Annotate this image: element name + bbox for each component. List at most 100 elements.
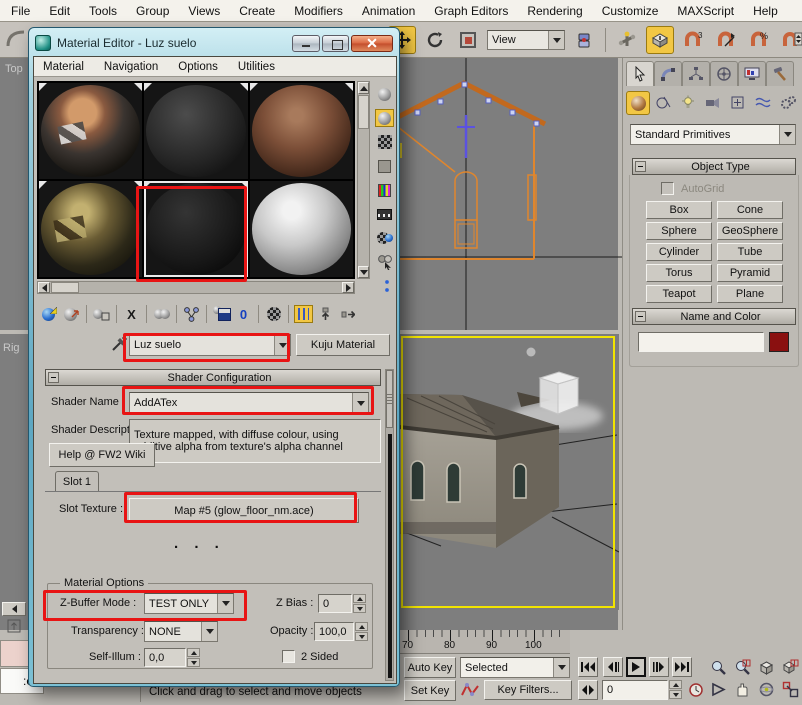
keyboard-shortcut-override-icon[interactable] [646, 26, 674, 54]
material-editor-options-icon[interactable] [375, 229, 394, 247]
object-color-swatch[interactable] [769, 332, 789, 352]
me-menu-options[interactable]: Options [178, 61, 218, 73]
spinner-snap-toggle-icon[interactable] [778, 26, 802, 54]
reference-coordinate-system-dropdown[interactable]: View [487, 30, 565, 50]
geometry-icon[interactable] [626, 91, 650, 115]
z-bias-field[interactable]: 0 [318, 594, 352, 613]
go-forward-to-sibling-icon[interactable] [338, 305, 357, 323]
pan-icon[interactable] [730, 678, 754, 700]
menu-graph-editors[interactable]: Graph Editors [431, 3, 511, 19]
viewport-right-label[interactable]: Rig [3, 342, 20, 354]
systems-icon[interactable] [776, 91, 800, 115]
utilities-tab[interactable] [766, 61, 794, 86]
material-editor-titlebar[interactable]: Material Editor - Luz suelo [35, 32, 393, 54]
display-tab[interactable] [738, 61, 766, 86]
object-name-input[interactable] [638, 332, 764, 352]
hierarchy-tab[interactable] [682, 61, 710, 86]
coord-dropdown-arrow[interactable] [548, 31, 564, 49]
menu-customize[interactable]: Customize [599, 3, 662, 19]
put-material-to-scene-icon[interactable] [62, 305, 81, 323]
menu-file[interactable]: File [8, 3, 33, 19]
menu-views[interactable]: Views [185, 3, 223, 19]
go-to-end-icon[interactable] [672, 657, 692, 677]
zoom-all-icon[interactable] [730, 656, 754, 678]
collapse-icon[interactable] [635, 311, 646, 322]
maxscript-listener-pink[interactable] [0, 640, 30, 667]
slot-1-tab[interactable]: Slot 1 [55, 471, 99, 491]
sample-vertical-scrollbar[interactable] [357, 81, 370, 279]
zoom-extents-all-icon[interactable] [778, 656, 802, 678]
zoom-icon[interactable] [706, 656, 730, 678]
plane-button[interactable]: Plane [717, 285, 783, 303]
maximize-icon[interactable] [322, 35, 349, 52]
tube-button[interactable]: Tube [717, 243, 783, 261]
two-sided-checkbox[interactable] [282, 650, 295, 663]
timeline-left-scroll-icon[interactable] [2, 602, 26, 616]
play-button-icon[interactable] [626, 657, 646, 677]
cylinder-button[interactable]: Cylinder [646, 243, 712, 261]
lights-icon[interactable] [676, 91, 700, 115]
sample-slot-6[interactable] [250, 181, 353, 277]
backlight-icon[interactable] [375, 109, 394, 127]
select-and-scale-icon[interactable] [454, 26, 482, 54]
sample-type-icon[interactable] [375, 85, 394, 103]
maximize-viewport-toggle-icon[interactable] [778, 678, 802, 700]
select-by-material-icon[interactable] [375, 253, 394, 271]
snaps-toggle-icon[interactable]: 3 [679, 26, 707, 54]
material-type-button[interactable]: Kuju Material [296, 334, 390, 356]
cone-button[interactable]: Cone [717, 201, 783, 219]
show-end-result-icon[interactable] [294, 305, 313, 323]
sample-slot-3[interactable] [250, 83, 353, 179]
primitives-dropdown-arrow[interactable] [779, 125, 795, 144]
percent-snap-toggle-icon[interactable]: % [745, 26, 773, 54]
background-icon[interactable] [375, 133, 394, 151]
sample-slot-4[interactable] [39, 181, 142, 277]
menu-maxscript[interactable]: MAXScript [674, 3, 737, 19]
help-fw2-wiki-button[interactable]: Help @ FW2 Wiki [49, 443, 155, 467]
get-material-icon[interactable] [40, 305, 59, 323]
perspective-viewport[interactable] [399, 334, 619, 610]
time-configuration-icon[interactable] [686, 680, 706, 700]
auto-key-button[interactable]: Auto Key [404, 657, 456, 678]
timeline-ruler[interactable]: 70 80 90 100 [398, 630, 570, 654]
use-pivot-point-center-icon[interactable] [570, 26, 598, 54]
self-illum-spinner[interactable] [187, 648, 200, 667]
previous-frame-icon[interactable] [603, 657, 623, 677]
name-color-rollout-header[interactable]: Name and Color [632, 308, 796, 325]
opacity-spinner[interactable] [355, 622, 368, 641]
menu-edit[interactable]: Edit [46, 3, 73, 19]
motion-tab[interactable] [710, 61, 738, 86]
video-color-check-icon[interactable] [375, 181, 394, 199]
selection-set-dropdown[interactable]: Selected [460, 657, 570, 678]
menu-rendering[interactable]: Rendering [524, 3, 585, 19]
minimize-icon[interactable] [292, 35, 320, 52]
put-to-library-icon[interactable] [212, 305, 231, 323]
undo-icon[interactable] [4, 26, 30, 52]
opacity-field[interactable]: 100,0 [314, 622, 354, 641]
shader-configuration-header[interactable]: Shader Configuration [45, 369, 381, 386]
parameters-scrollbar[interactable] [385, 369, 394, 681]
arc-rotate-icon[interactable] [754, 678, 778, 700]
z-bias-spinner[interactable] [353, 594, 366, 613]
torus-button[interactable]: Torus [646, 264, 712, 282]
material-id-channel-icon[interactable]: 0 [234, 305, 253, 323]
cameras-icon[interactable] [701, 91, 725, 115]
collapse-icon[interactable] [48, 372, 59, 383]
shapes-icon[interactable] [651, 91, 675, 115]
menu-modifiers[interactable]: Modifiers [291, 3, 346, 19]
me-menu-navigation[interactable]: Navigation [104, 61, 158, 73]
selection-set-arrow[interactable] [553, 658, 569, 677]
go-to-parent-icon[interactable] [316, 305, 335, 323]
space-warps-icon[interactable] [751, 91, 775, 115]
transparency-dropdown[interactable]: NONE [144, 621, 218, 642]
reset-map-icon[interactable]: X [122, 305, 141, 323]
self-illum-field[interactable]: 0,0 [144, 648, 186, 667]
transparency-arrow[interactable] [201, 622, 217, 641]
primitives-category-dropdown[interactable]: Standard Primitives [630, 124, 796, 145]
object-type-rollout-header[interactable]: Object Type [632, 158, 796, 175]
sample-slot-1[interactable] [39, 83, 142, 179]
zoom-extents-icon[interactable] [754, 656, 778, 678]
isolate-selection-icon[interactable] [6, 618, 22, 634]
close-icon[interactable] [351, 35, 393, 52]
sphere-button[interactable]: Sphere [646, 222, 712, 240]
